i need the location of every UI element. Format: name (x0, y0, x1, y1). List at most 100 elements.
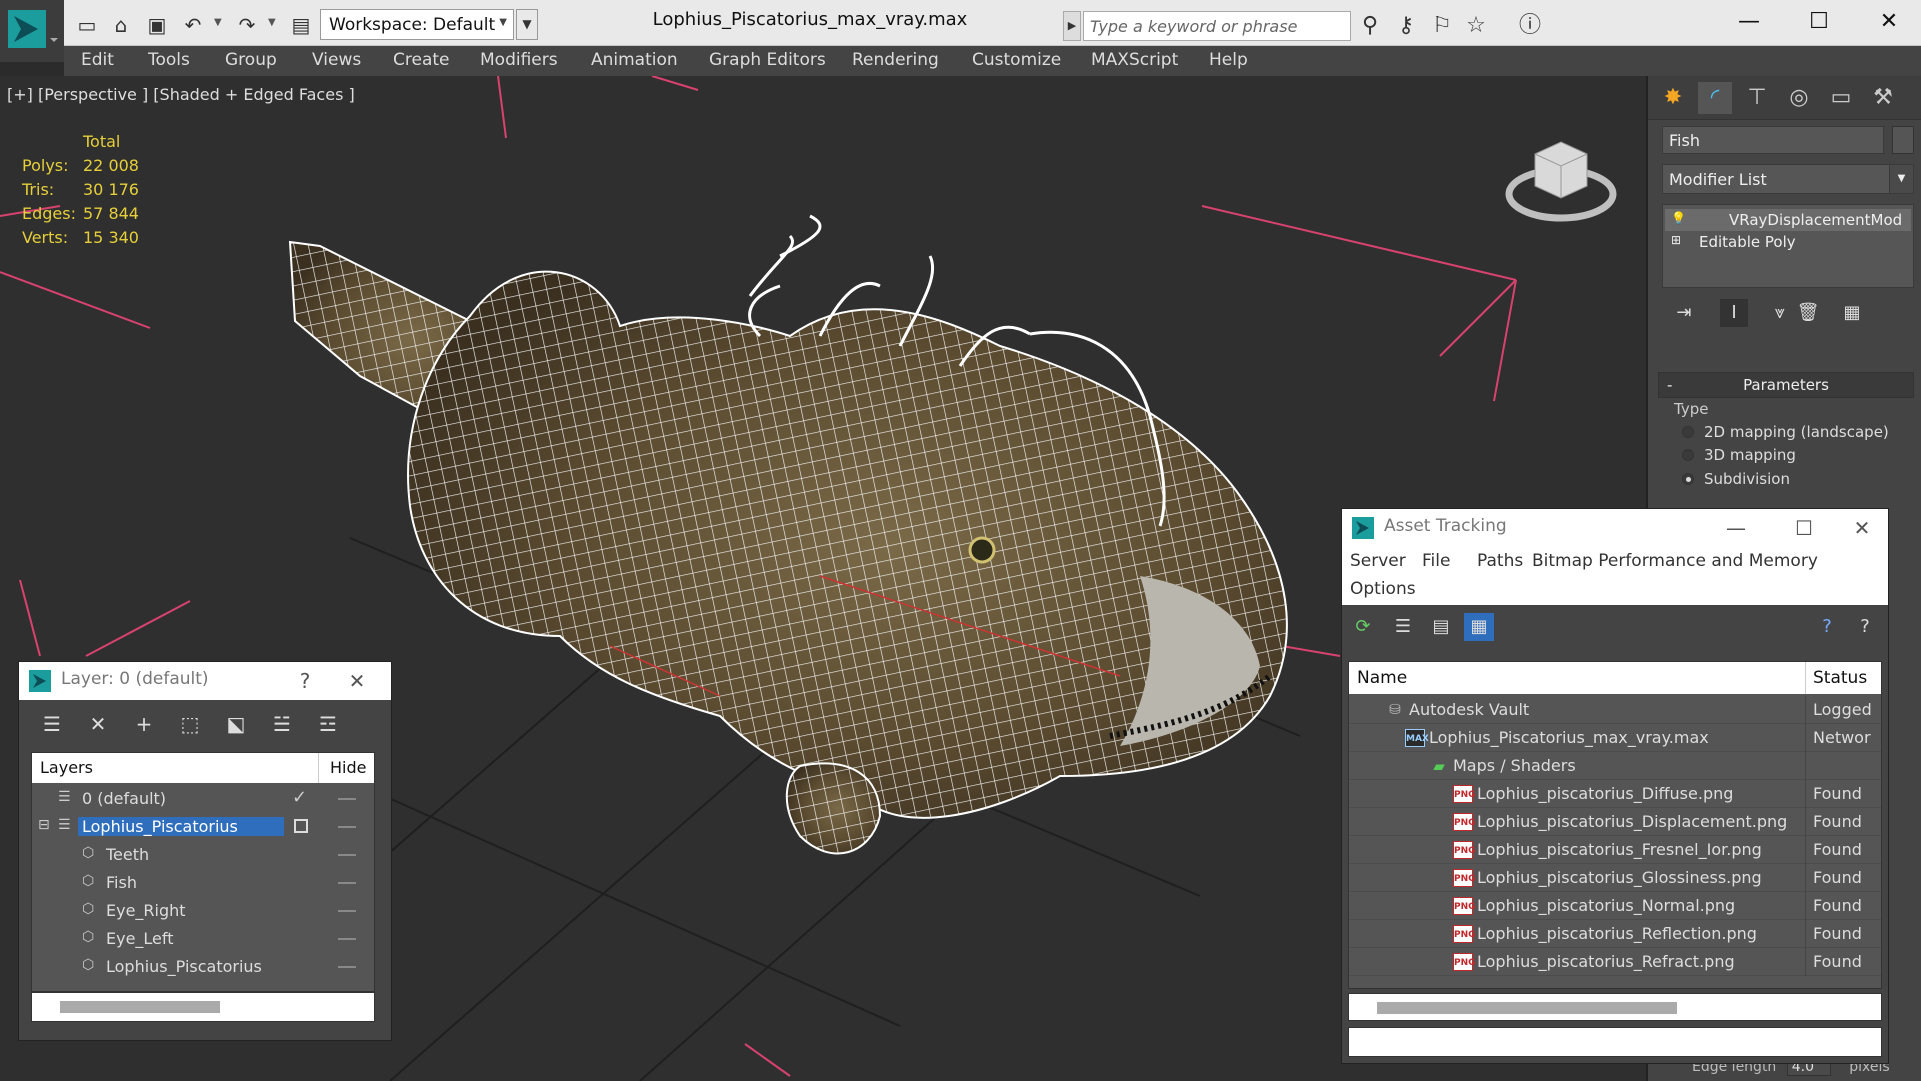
help-icon[interactable]: ⓘ (1516, 12, 1544, 40)
remove-modifier-icon[interactable]: 🗑 (1794, 299, 1822, 327)
redo-dropdown-icon[interactable]: ▼ (268, 17, 276, 28)
thumbnail-view-icon[interactable]: ▤ (1426, 613, 1456, 641)
menu-file[interactable]: File (1422, 551, 1450, 571)
menu-graph-editors[interactable]: Graph Editors (709, 50, 826, 70)
table-view-icon[interactable]: ▦ (1464, 613, 1494, 641)
hide-toggle[interactable] (338, 882, 356, 884)
table-row[interactable]: MAX Lophius_Piscatorius_max_vray.max Net… (1349, 724, 1881, 752)
open-file-icon[interactable]: ⌂ (108, 12, 134, 38)
utilities-tab-icon[interactable]: ⚒ (1866, 82, 1900, 114)
object-row-eye-left[interactable]: ⬡ Eye_Left (32, 925, 374, 953)
minimize-button[interactable]: — (1724, 4, 1774, 40)
menu-animation[interactable]: Animation (591, 50, 678, 70)
minimize-button[interactable]: — (1716, 511, 1756, 545)
object-row-teeth[interactable]: ⬡ Teeth (32, 841, 374, 869)
table-row[interactable]: PNG Lophius_piscatorius_Fresnel_Ior.png … (1349, 836, 1881, 864)
checkmark-icon[interactable]: ✓ (292, 787, 307, 808)
close-icon[interactable]: ✕ (337, 664, 377, 698)
table-row[interactable]: ⛁ Autodesk Vault Logged (1349, 696, 1881, 724)
object-color-swatch[interactable] (1892, 126, 1914, 154)
object-row-eye-right[interactable]: ⬡ Eye_Right (32, 897, 374, 925)
close-button[interactable]: ✕ (1864, 4, 1914, 40)
menu-modifiers[interactable]: Modifiers (480, 50, 558, 70)
stack-item-vray-displacement[interactable]: 💡 VRayDisplacementMod (1665, 209, 1911, 231)
scrollbar-thumb[interactable] (1377, 1002, 1677, 1014)
display-tab-icon[interactable]: ▭ (1824, 82, 1858, 114)
menu-group[interactable]: Group (225, 50, 277, 70)
workspace-select[interactable]: Workspace: Default ▼ (320, 9, 514, 40)
highlight-layer-icon[interactable]: ☱ (267, 709, 297, 739)
table-row[interactable]: PNG Lophius_piscatorius_Glossiness.png F… (1349, 864, 1881, 892)
app-logo[interactable] (0, 0, 64, 62)
menu-server[interactable]: Server (1350, 551, 1406, 571)
menu-customize[interactable]: Customize (972, 50, 1061, 70)
help-icon[interactable]: ? (1812, 613, 1842, 641)
menu-bitmap-performance[interactable]: Bitmap Performance and Memory (1532, 551, 1818, 571)
select-layer-icon[interactable]: ⬕ (221, 709, 251, 739)
menu-paths[interactable]: Paths (1477, 551, 1523, 571)
hide-toggle[interactable] (338, 826, 356, 828)
search-input[interactable]: Type a keyword or phrase (1083, 11, 1351, 41)
table-row[interactable]: PNG Lophius_piscatorius_Displacement.png… (1349, 808, 1881, 836)
menu-options[interactable]: Options (1350, 579, 1416, 599)
help-config-icon[interactable]: ? (1850, 613, 1880, 641)
modify-tab-icon[interactable]: ◜ (1698, 82, 1732, 114)
help-button[interactable]: ? (285, 664, 325, 698)
radio-3d-mapping[interactable]: 3D mapping (1682, 445, 1912, 467)
menu-create[interactable]: Create (393, 50, 450, 70)
create-tab-icon[interactable]: ✸ (1656, 82, 1690, 114)
stack-item-editable-poly[interactable]: ⊞ Editable Poly (1665, 231, 1911, 253)
menu-edit[interactable]: Edit (81, 50, 114, 70)
menu-maxscript[interactable]: MAXScript (1091, 50, 1178, 70)
menu-rendering[interactable]: Rendering (852, 50, 939, 70)
table-row[interactable]: PNG Lophius_piscatorius_Refract.png Foun… (1349, 948, 1881, 976)
expand-plus-icon[interactable]: ⊞ (1671, 233, 1685, 247)
horizontal-scrollbar[interactable] (31, 992, 375, 1022)
dialog-title-bar[interactable]: Asset Tracking — ☐ ✕ (1342, 509, 1888, 547)
hide-toggle[interactable] (338, 854, 356, 856)
hide-toggle[interactable] (338, 798, 356, 800)
hide-toggle[interactable] (338, 910, 356, 912)
hide-toggle[interactable] (338, 966, 356, 968)
pin-stack-icon[interactable]: ⇥ (1670, 299, 1698, 327)
hierarchy-tab-icon[interactable]: ⊤ (1740, 82, 1774, 114)
horizontal-scrollbar[interactable] (1348, 993, 1882, 1021)
motion-tab-icon[interactable]: ◎ (1782, 82, 1816, 114)
redo-icon[interactable]: ↷ (234, 12, 260, 38)
lightbulb-icon[interactable]: 💡 (1671, 211, 1686, 225)
table-row[interactable]: PNG Lophius_piscatorius_Normal.png Found (1349, 892, 1881, 920)
binoculars-icon[interactable]: ⚲ (1356, 12, 1384, 40)
make-unique-icon[interactable]: ⩔ (1766, 299, 1794, 327)
radio-subdivision[interactable]: Subdivision (1682, 469, 1912, 491)
column-hide[interactable]: Hide (330, 758, 366, 777)
table-row[interactable]: PNG Lophius_piscatorius_Reflection.png F… (1349, 920, 1881, 948)
layer-row-default[interactable]: ☰ 0 (default) ✓ (32, 785, 374, 813)
layer-row-lophius[interactable]: ⊟ ☰ Lophius_Piscatorius (32, 813, 374, 841)
collapse-minus-icon[interactable]: ⊟ (38, 817, 56, 835)
column-status[interactable]: Status (1813, 668, 1867, 688)
save-icon[interactable]: ▣ (144, 12, 170, 38)
key-icon[interactable]: ⚷ (1392, 12, 1420, 40)
table-row[interactable]: ▰ Maps / Shaders (1349, 752, 1881, 780)
star-icon[interactable]: ☆ (1462, 12, 1490, 40)
menu-tools[interactable]: Tools (148, 50, 190, 70)
column-name[interactable]: Name (1357, 668, 1407, 688)
show-end-result-icon[interactable]: Ⅰ (1720, 299, 1748, 327)
maximize-button[interactable]: ☐ (1794, 4, 1844, 40)
undo-dropdown-icon[interactable]: ▼ (214, 17, 222, 28)
modifier-list-dropdown[interactable]: Modifier List ▼ (1662, 164, 1914, 194)
add-to-layer-icon[interactable]: + (129, 709, 159, 739)
menu-views[interactable]: Views (312, 50, 361, 70)
column-layers[interactable]: Layers (40, 758, 93, 777)
dialog-title-bar[interactable]: Layer: 0 (default) ? ✕ (19, 662, 391, 700)
hide-toggle[interactable] (338, 938, 356, 940)
search-expand-icon[interactable]: ▶ (1063, 11, 1081, 41)
current-layer-box[interactable] (294, 819, 308, 833)
radio-2d-mapping[interactable]: 2D mapping (landscape) (1682, 422, 1912, 444)
viewport-label[interactable]: [+] [Perspective ] [Shaded + Edged Faces… (7, 85, 355, 104)
asset-path-field[interactable] (1348, 1027, 1882, 1057)
refresh-icon[interactable]: ⟳ (1348, 613, 1378, 641)
undo-icon[interactable]: ↶ (180, 12, 206, 38)
sign-in-icon[interactable]: ⚐ (1428, 12, 1456, 40)
delete-layer-icon[interactable]: ✕ (83, 709, 113, 739)
